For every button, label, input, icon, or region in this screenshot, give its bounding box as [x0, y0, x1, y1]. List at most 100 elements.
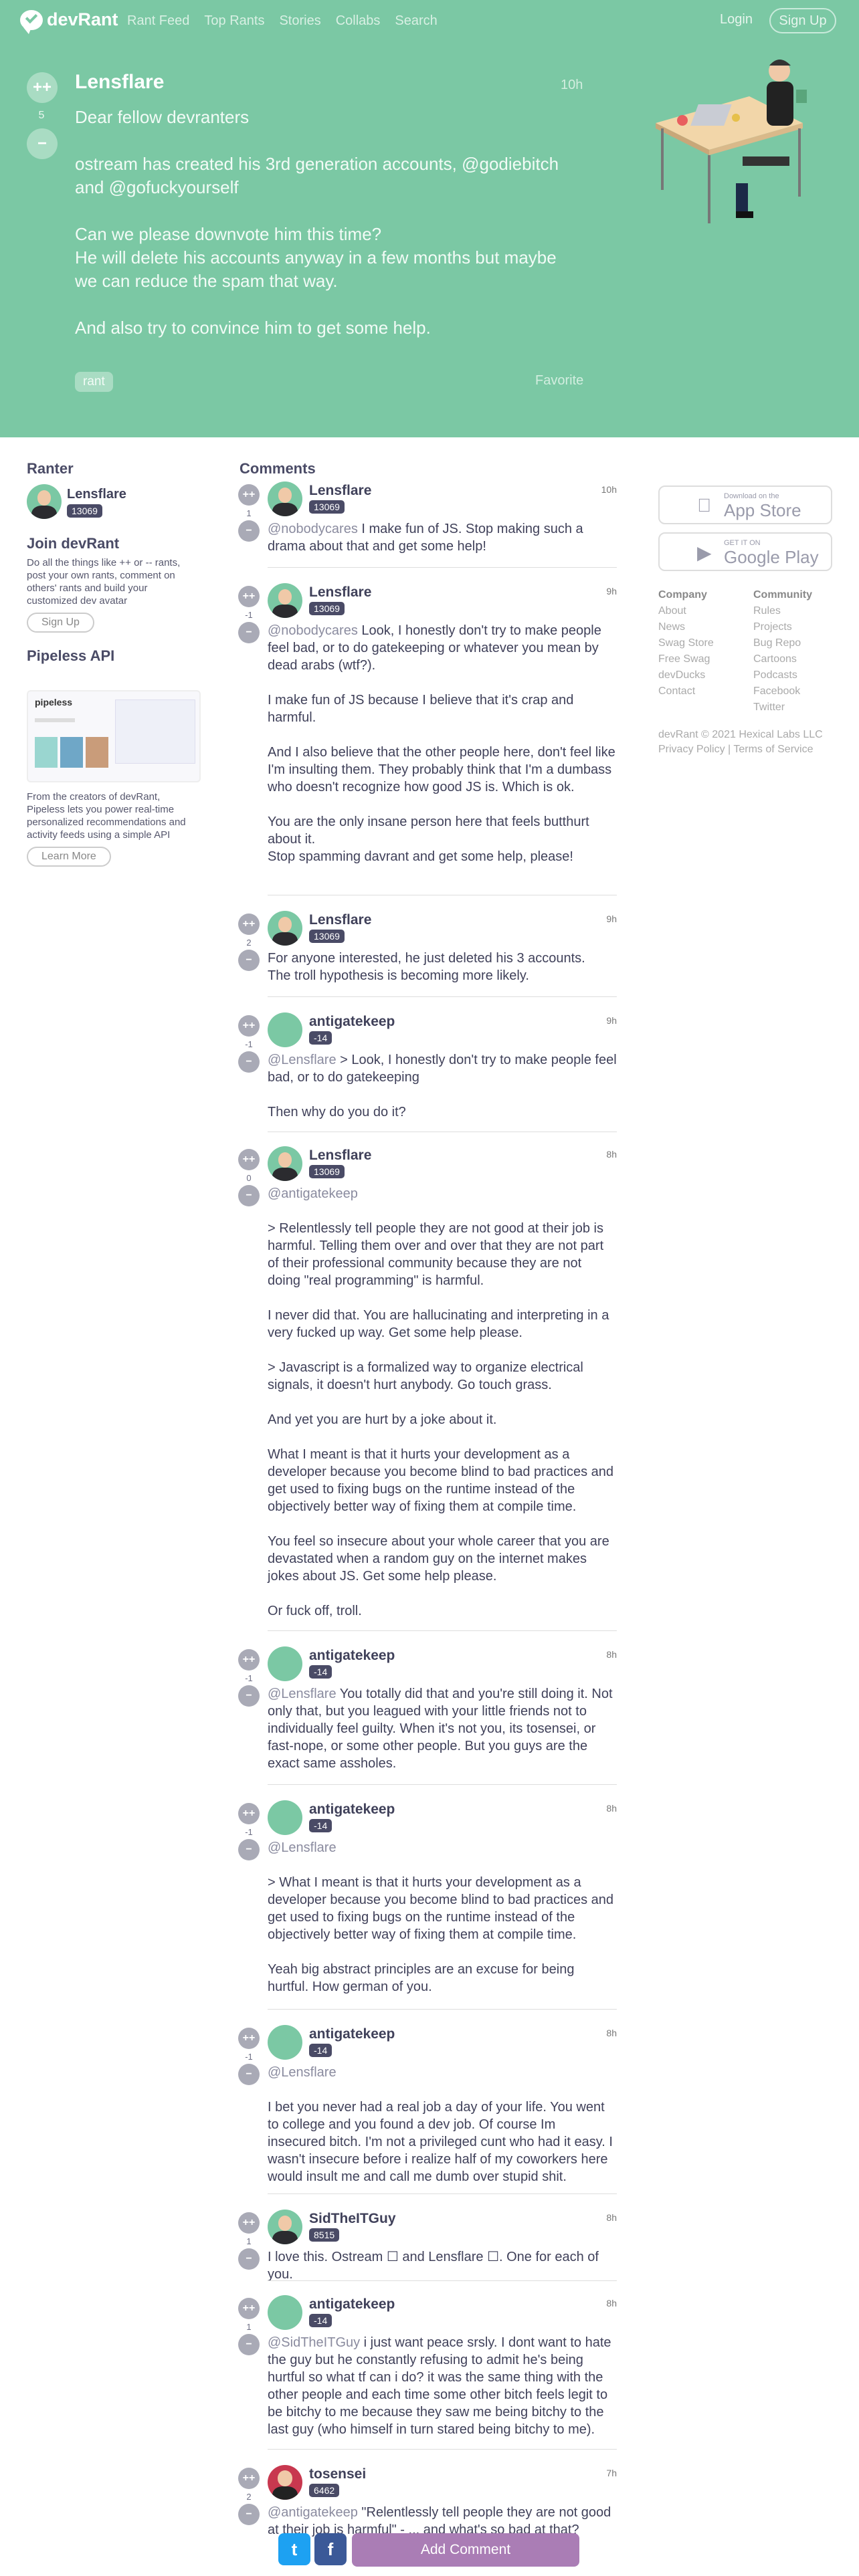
rant-tag[interactable]: rant — [75, 372, 113, 392]
footer-link-free-swag[interactable]: Free Swag — [658, 651, 714, 667]
comment-mention[interactable]: @Lensflare — [268, 2065, 337, 2080]
comment-body: I love this. Ostream ☐ and Lensflare ☐. … — [268, 2248, 617, 2283]
favorite-button[interactable]: Favorite — [535, 373, 583, 389]
comment-avatar[interactable] — [268, 2295, 302, 2330]
comment-avatar[interactable] — [268, 1800, 302, 1835]
footer-link-contact[interactable]: Contact — [658, 683, 714, 700]
privacy-link[interactable]: Privacy Policy — [658, 744, 725, 755]
comment-author[interactable]: antigatekeep — [309, 1014, 395, 1030]
footer-link-twitter[interactable]: Twitter — [753, 700, 812, 716]
footer-link-podcasts[interactable]: Podcasts — [753, 667, 812, 683]
comment-avatar[interactable] — [268, 2465, 302, 2500]
devrant-logo[interactable]: devRant — [20, 9, 118, 34]
comment-mention[interactable]: @Lensflare — [268, 1687, 337, 1701]
rant-body: Dear fellow devranters ostream has creat… — [75, 107, 559, 338]
comment-downvote-button[interactable]: − — [238, 1051, 260, 1073]
footer-link-bug-repo[interactable]: Bug Repo — [753, 635, 812, 651]
comment-mention[interactable]: @Lensflare — [268, 1840, 337, 1855]
logo-bubble-icon — [20, 9, 43, 34]
comment-upvote-button[interactable]: ++ — [238, 914, 260, 935]
nav-search[interactable]: Search — [395, 13, 437, 29]
comment-avatar[interactable] — [268, 911, 302, 946]
comment-author[interactable]: SidTheITGuy — [309, 2211, 396, 2227]
nav-rant-feed[interactable]: Rant Feed — [127, 13, 189, 29]
rant-downvote-button[interactable]: − — [27, 128, 58, 159]
comment-time: 8h — [606, 2212, 617, 2223]
footer-link-rules[interactable]: Rules — [753, 603, 812, 619]
comment-avatar[interactable] — [268, 1646, 302, 1681]
footer-link-cartoons[interactable]: Cartoons — [753, 651, 812, 667]
comment-score: -1 — [245, 2052, 253, 2062]
comment-upvote-button[interactable]: ++ — [238, 1649, 260, 1671]
comment-downvote-button[interactable]: − — [238, 1185, 260, 1206]
comment-downvote-button[interactable]: − — [238, 2064, 260, 2085]
comment-mention[interactable]: @SidTheITGuy — [268, 2335, 360, 2350]
comment-upvote-button[interactable]: ++ — [238, 2468, 260, 2489]
comment-author[interactable]: Lensflare — [309, 912, 371, 928]
facebook-share-button[interactable]: f — [314, 2533, 347, 2565]
terms-link[interactable]: Terms of Service — [733, 744, 813, 755]
comment-downvote-button[interactable]: − — [238, 622, 260, 643]
nav-stories[interactable]: Stories — [279, 13, 320, 29]
footer-link-news[interactable]: News — [658, 619, 714, 635]
footer-link-projects[interactable]: Projects — [753, 619, 812, 635]
comment-mention[interactable]: @nobodycares — [268, 623, 358, 638]
comment-avatar[interactable] — [268, 1146, 302, 1181]
sidebar-signup-button[interactable]: Sign Up — [27, 613, 94, 633]
login-link[interactable]: Login — [720, 12, 753, 27]
comment-downvote-button[interactable]: − — [238, 1685, 260, 1707]
nav-links: Rant Feed Top Rants Stories Collabs Sear… — [127, 13, 438, 29]
comment-upvote-button[interactable]: ++ — [238, 586, 260, 607]
add-comment-button[interactable]: Add Comment — [352, 2533, 579, 2567]
comment-author[interactable]: antigatekeep — [309, 1802, 395, 1818]
comment-author[interactable]: antigatekeep — [309, 2296, 395, 2313]
rant-author[interactable]: Lensflare — [75, 71, 164, 94]
signup-button[interactable]: Sign Up — [769, 8, 836, 33]
google-play-button[interactable]: ▶ GET IT ON Google Play — [658, 532, 832, 571]
comment-avatar[interactable] — [268, 2025, 302, 2060]
pipeless-banner[interactable]: pipeless — [27, 690, 201, 782]
comment-downvote-button[interactable]: − — [238, 1839, 260, 1860]
comment-upvote-button[interactable]: ++ — [238, 1015, 260, 1037]
comment-author[interactable]: Lensflare — [309, 1148, 371, 1164]
comment-avatar[interactable] — [268, 481, 302, 516]
rant-upvote-button[interactable]: ++ — [27, 72, 58, 103]
comment-avatar[interactable] — [268, 1012, 302, 1047]
twitter-share-button[interactable]: t — [278, 2533, 310, 2565]
logo-text: devRant — [47, 9, 118, 29]
comment-upvote-button[interactable]: ++ — [238, 484, 260, 506]
comment-author[interactable]: tosensei — [309, 2466, 366, 2482]
company-heading: Company — [658, 589, 707, 601]
comment-downvote-button[interactable]: − — [238, 950, 260, 971]
footer-link-devducks[interactable]: devDucks — [658, 667, 714, 683]
comment-author[interactable]: Lensflare — [309, 584, 371, 601]
footer-link-about[interactable]: About — [658, 603, 714, 619]
app-store-button[interactable]:  Download on the App Store — [658, 486, 832, 524]
ranter-card[interactable]: Lensflare 13069 — [27, 484, 201, 524]
learn-more-button[interactable]: Learn More — [27, 847, 111, 867]
comment-upvote-button[interactable]: ++ — [238, 2028, 260, 2049]
comment-author-score: -14 — [309, 2314, 332, 2327]
comment-author[interactable]: Lensflare — [309, 483, 371, 499]
comment-mention[interactable]: @antigatekeep — [268, 1186, 358, 1201]
nav-top-rants[interactable]: Top Rants — [204, 13, 264, 29]
comment-downvote-button[interactable]: − — [238, 520, 260, 542]
comment-downvote-button[interactable]: − — [238, 2334, 260, 2355]
comment-avatar[interactable] — [268, 2210, 302, 2244]
comment-downvote-button[interactable]: − — [238, 2504, 260, 2525]
comment-author[interactable]: antigatekeep — [309, 1648, 395, 1664]
comment-upvote-button[interactable]: ++ — [238, 1149, 260, 1170]
footer-link-facebook[interactable]: Facebook — [753, 683, 812, 700]
footer-link-swag-store[interactable]: Swag Store — [658, 635, 714, 651]
comment-score: -1 — [245, 1673, 253, 1683]
nav-collabs[interactable]: Collabs — [336, 13, 381, 29]
comment-mention[interactable]: @nobodycares — [268, 522, 358, 536]
comment-mention[interactable]: @antigatekeep — [268, 2505, 358, 2520]
comment-avatar[interactable] — [268, 583, 302, 618]
comment-upvote-button[interactable]: ++ — [238, 2212, 260, 2234]
comment-mention[interactable]: @Lensflare — [268, 1053, 337, 1067]
comment-upvote-button[interactable]: ++ — [238, 1803, 260, 1824]
comment-author[interactable]: antigatekeep — [309, 2026, 395, 2042]
comment-upvote-button[interactable]: ++ — [238, 2298, 260, 2319]
comment-downvote-button[interactable]: − — [238, 2248, 260, 2270]
